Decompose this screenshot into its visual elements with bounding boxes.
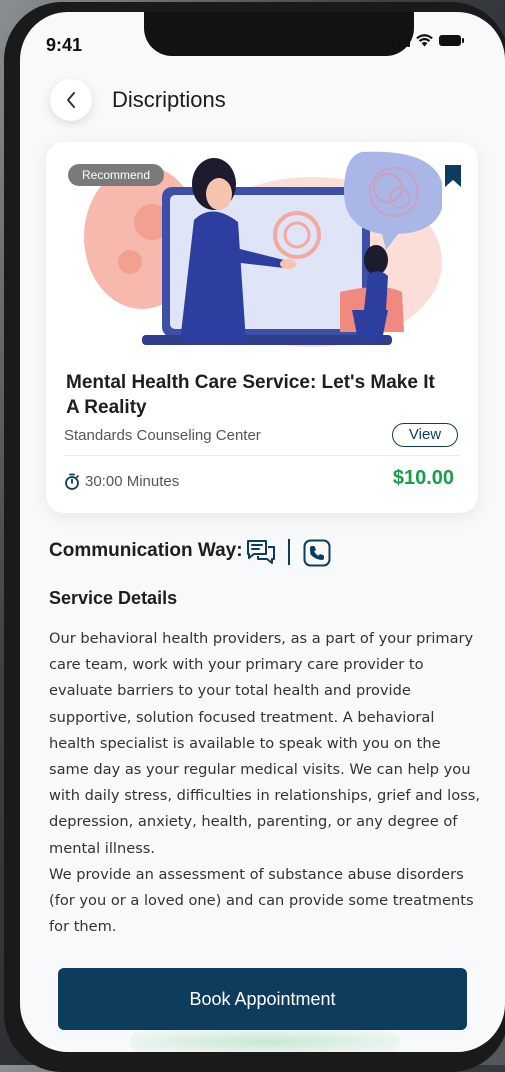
phone-frame: 9:41 Discriptions Recommend Mental Healt… [4,2,505,1072]
device-notch [144,12,414,56]
wifi-icon [416,34,433,47]
service-title: Mental Health Care Service: Let's Make I… [66,372,435,418]
app-screen: 9:41 Discriptions Recommend Mental Healt… [20,12,505,1052]
bookmark-icon [445,165,461,187]
button-glow [130,1030,400,1052]
call-option[interactable] [303,539,331,572]
chat-icon [247,540,275,564]
price: $10.00 [392,467,454,489]
cellular-signal-icon [392,34,410,47]
duration-text: 30:00 Minutes [85,473,180,490]
back-button[interactable] [50,79,92,121]
battery-icon [439,35,464,46]
stopwatch-icon [65,473,79,490]
page-title: Discriptions [112,87,226,112]
service-card[interactable]: Recommend Mental Health Care Service: Le… [46,142,478,513]
service-details-title: Service Details [49,588,178,608]
recommend-badge: Recommend [68,164,165,186]
duration: 30:00 Minutes [64,473,179,490]
communication-divider [288,539,290,565]
bookmark-button[interactable] [444,164,462,193]
phone-icon [303,539,331,567]
view-button[interactable]: View [392,423,458,447]
chevron-left-icon [67,92,75,108]
status-time: 9:41 [46,35,83,55]
status-icons [392,34,464,47]
provider-name: Standards Counseling Center [64,427,261,444]
chat-option[interactable] [246,538,276,571]
book-appointment-button[interactable]: Book Appointment [58,968,467,1030]
communication-label: Communication Way: [49,540,243,561]
service-details-body: Our behavioral health providers, as a pa… [49,630,481,936]
card-divider [64,455,460,456]
